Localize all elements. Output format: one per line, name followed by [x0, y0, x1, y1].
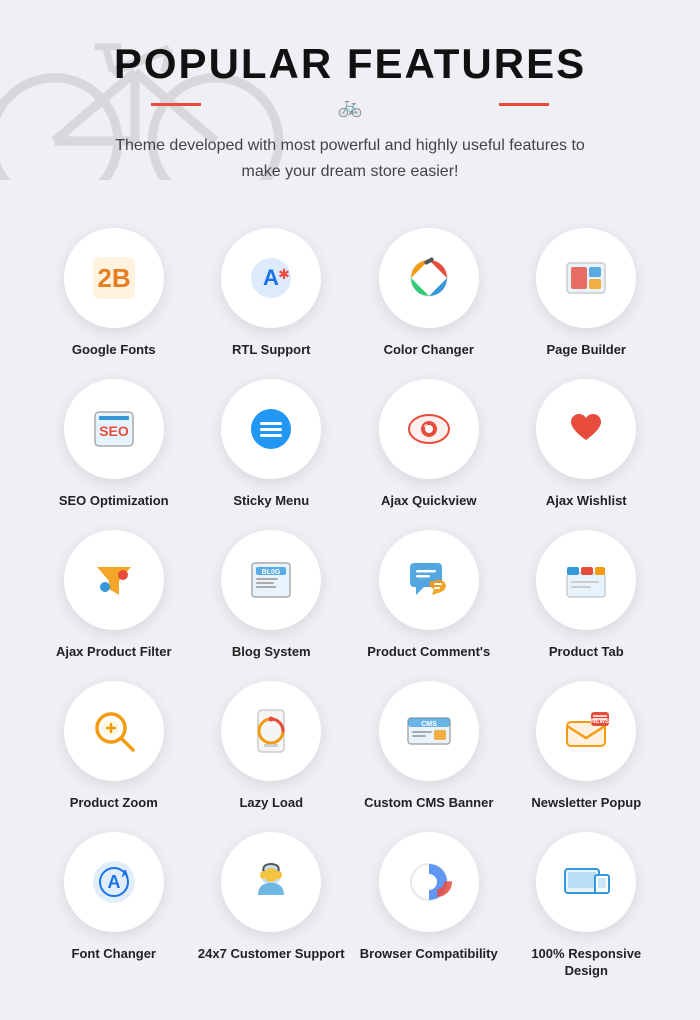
- feature-icon-ajax-quickview: [379, 379, 479, 479]
- feature-icon-google-fonts: 2B: [64, 228, 164, 328]
- feature-icon-font-changer: A A: [64, 832, 164, 932]
- feature-item-page-builder: Page Builder: [513, 228, 661, 359]
- feature-item-custom-cms-banner: CMS Custom CMS Banner: [355, 681, 503, 812]
- feature-icon-page-builder: [536, 228, 636, 328]
- feature-label-seo-optimization: SEO Optimization: [59, 493, 169, 510]
- feature-item-lazy-load: Lazy Load: [198, 681, 346, 812]
- feature-icon-lazy-load: [221, 681, 321, 781]
- feature-icon-custom-cms-banner: CMS: [379, 681, 479, 781]
- bike-icon: 🚲: [338, 94, 363, 119]
- feature-label-ajax-product-filter: Ajax Product Filter: [56, 644, 172, 661]
- divider-left: [151, 103, 201, 106]
- feature-label-product-comments: Product Comment's: [367, 644, 490, 661]
- feature-icon-product-tab: [536, 530, 636, 630]
- feature-item-google-fonts: 2B Google Fonts: [40, 228, 188, 359]
- feature-item-responsive-design: 100% Responsive Design: [513, 832, 661, 980]
- feature-item-color-changer: Color Changer: [355, 228, 503, 359]
- feature-item-ajax-product-filter: Ajax Product Filter: [40, 530, 188, 661]
- feature-icon-color-changer: [379, 228, 479, 328]
- feature-icon-browser-compatibility: [379, 832, 479, 932]
- feature-label-newsletter-popup: Newsletter Popup: [531, 795, 641, 812]
- feature-item-customer-support: 24x7 Customer Support: [198, 832, 346, 980]
- feature-item-sticky-menu: Sticky Menu: [198, 379, 346, 510]
- feature-label-sticky-menu: Sticky Menu: [233, 493, 309, 510]
- feature-item-blog-system: BL0G Blog System: [198, 530, 346, 661]
- page-header: POPULAR FEATURES 🚲 Theme developed with …: [0, 0, 700, 208]
- feature-item-ajax-quickview: Ajax Quickview: [355, 379, 503, 510]
- feature-label-blog-system: Blog System: [232, 644, 311, 661]
- feature-icon-ajax-wishlist: [536, 379, 636, 479]
- svg-text:✱: ✱: [278, 266, 290, 282]
- feature-icon-blog-system: BL0G: [221, 530, 321, 630]
- feature-label-product-tab: Product Tab: [549, 644, 624, 661]
- divider-right: [499, 103, 549, 106]
- feature-label-font-changer: Font Changer: [72, 946, 157, 963]
- feature-icon-sticky-menu: [221, 379, 321, 479]
- feature-icon-rtl-support: A ✱: [221, 228, 321, 328]
- feature-label-browser-compatibility: Browser Compatibility: [360, 946, 498, 963]
- feature-label-ajax-wishlist: Ajax Wishlist: [546, 493, 627, 510]
- feature-icon-seo-optimization: SEO: [64, 379, 164, 479]
- svg-text:2B: 2B: [97, 263, 130, 293]
- feature-item-product-zoom: Product Zoom: [40, 681, 188, 812]
- feature-label-responsive-design: 100% Responsive Design: [513, 946, 661, 980]
- features-grid: 2B Google Fonts A ✱ RTL Support Color Ch…: [0, 208, 700, 1019]
- feature-label-page-builder: Page Builder: [547, 342, 626, 359]
- feature-label-ajax-quickview: Ajax Quickview: [381, 493, 476, 510]
- feature-item-font-changer: A A Font Changer: [40, 832, 188, 980]
- feature-item-ajax-wishlist: Ajax Wishlist: [513, 379, 661, 510]
- feature-item-product-comments: Product Comment's: [355, 530, 503, 661]
- feature-label-product-zoom: Product Zoom: [70, 795, 158, 812]
- feature-icon-product-zoom: [64, 681, 164, 781]
- svg-text:A: A: [263, 265, 279, 290]
- feature-icon-product-comments: [379, 530, 479, 630]
- feature-item-seo-optimization: SEO SEO Optimization: [40, 379, 188, 510]
- page-subtitle: Theme developed with most powerful and h…: [110, 133, 590, 184]
- svg-text:SEO: SEO: [99, 423, 129, 439]
- page-title: POPULAR FEATURES: [20, 40, 680, 88]
- feature-label-customer-support: 24x7 Customer Support: [198, 946, 345, 963]
- feature-label-rtl-support: RTL Support: [232, 342, 310, 359]
- feature-icon-newsletter-popup: NEWS: [536, 681, 636, 781]
- svg-text:NEWS: NEWS: [591, 719, 609, 725]
- svg-text:BL0G: BL0G: [262, 569, 281, 576]
- feature-item-product-tab: Product Tab: [513, 530, 661, 661]
- feature-icon-ajax-product-filter: [64, 530, 164, 630]
- feature-label-lazy-load: Lazy Load: [239, 795, 303, 812]
- feature-item-newsletter-popup: NEWS Newsletter Popup: [513, 681, 661, 812]
- feature-label-color-changer: Color Changer: [384, 342, 474, 359]
- feature-label-google-fonts: Google Fonts: [72, 342, 156, 359]
- feature-icon-customer-support: [221, 832, 321, 932]
- feature-label-custom-cms-banner: Custom CMS Banner: [364, 795, 493, 812]
- feature-item-rtl-support: A ✱ RTL Support: [198, 228, 346, 359]
- svg-text:A: A: [121, 869, 128, 880]
- svg-text:A: A: [107, 872, 120, 892]
- svg-text:CMS: CMS: [421, 721, 437, 728]
- feature-icon-responsive-design: [536, 832, 636, 932]
- feature-item-browser-compatibility: Browser Compatibility: [355, 832, 503, 980]
